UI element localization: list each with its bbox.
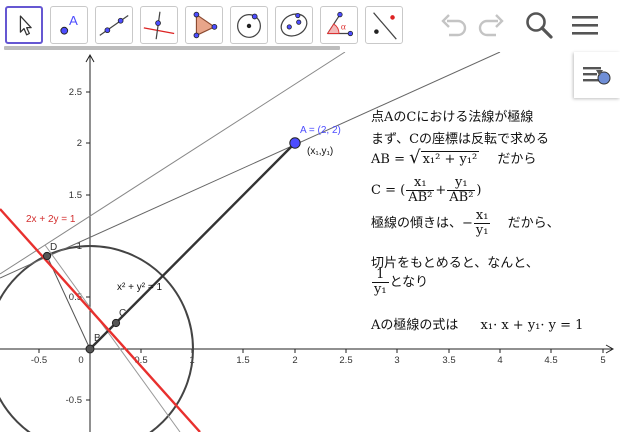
intercept-suffix: となり	[389, 275, 429, 290]
x-tick-label: 2.5	[339, 355, 352, 366]
y-tick-label: 2	[77, 138, 82, 149]
point-tool-icon: A	[60, 13, 78, 35]
note-intercept-value: 1 y₁ となり	[371, 268, 428, 297]
point-d[interactable]	[42, 251, 52, 261]
move-arrow-icon	[19, 15, 32, 36]
x-tick-label: 2	[292, 355, 297, 366]
style-bar-icon	[583, 67, 611, 85]
toolbar: A α	[0, 0, 620, 50]
point-tool-button[interactable]: A	[50, 6, 88, 44]
c-fraction-1-denominator: AB²	[408, 190, 433, 205]
line-tool-button[interactable]	[95, 6, 133, 44]
intercept-numerator: 1	[372, 268, 389, 283]
ab-radicand: x₁² + y₁²	[420, 151, 480, 167]
note-c-formula: C = (x₁ AB² + y₁ AB²)	[371, 176, 481, 205]
x-ticks	[38, 349, 604, 353]
point-a-coordinate-label: (x₁,y₁)	[307, 146, 333, 157]
c-fraction-2: y₁ AB²	[447, 176, 476, 205]
point-a[interactable]	[289, 137, 301, 149]
x-tick-label: 4.5	[544, 355, 557, 366]
reflect-tool-button[interactable]	[365, 6, 403, 44]
note-line-1: 点AのCにおける法線が極線	[371, 110, 534, 125]
angle-tool-icon: α	[326, 11, 354, 37]
move-tool-button[interactable]	[5, 6, 43, 44]
polar-prefix: Aの極線の式は	[371, 318, 459, 333]
angle-tool-button[interactable]: α	[320, 6, 358, 44]
ab-suffix: だから	[497, 152, 537, 167]
slope-prefix: 極線の傾きは、−	[371, 216, 473, 231]
undo-button[interactable]	[437, 8, 471, 42]
menu-icon	[572, 16, 598, 35]
x-tick-label: 3	[394, 355, 399, 366]
x-tick-label: 0	[78, 355, 83, 366]
slope-suffix: だから、	[507, 216, 560, 231]
c-plus: +	[435, 183, 447, 198]
intercept-fraction: 1 y₁	[372, 268, 389, 297]
ab-prefix: AB =	[371, 152, 405, 167]
slope-denominator: y₁	[475, 223, 489, 238]
line-tool-icon	[99, 15, 129, 36]
c-suffix: )	[476, 183, 482, 198]
c-fraction-2-denominator: AB²	[449, 190, 474, 205]
angle-tool-label: α	[341, 23, 346, 33]
polar-equation: x₁· x + y₁· y = 1	[480, 318, 584, 333]
x-tick-label: 4	[497, 355, 502, 366]
toolbar-scrollbar[interactable]	[4, 46, 340, 50]
ellipse-tool-icon	[280, 12, 308, 37]
c-fraction-1-numerator: x₁	[406, 176, 435, 191]
style-bar-toggle-button[interactable]	[574, 52, 620, 98]
point-b-label: B	[94, 333, 101, 344]
redo-button[interactable]	[474, 8, 508, 42]
point-tool-label: A	[69, 13, 78, 28]
main-menu-button[interactable]	[568, 8, 602, 42]
note-polar-equation: Aの極線の式は x₁· x + y₁· y = 1	[371, 314, 583, 333]
undo-icon	[441, 14, 467, 37]
c-fraction-2-numerator: y₁	[447, 176, 476, 191]
polar-line-label: 2x + 2y = 1	[26, 214, 76, 225]
note-ab-formula: AB = √ x₁² + y₁² だから	[371, 147, 536, 168]
circle-tool-button[interactable]	[230, 6, 268, 44]
circle-center-point-icon	[237, 13, 261, 38]
x-tick-label: 5	[600, 355, 605, 366]
slope-numerator: x₁	[473, 209, 491, 224]
point-d-label: D	[50, 242, 57, 253]
point-b[interactable]	[85, 344, 95, 354]
x-tick-label: 3.5	[442, 355, 455, 366]
c-prefix: C = (	[371, 183, 406, 198]
intercept-denominator: y₁	[374, 282, 387, 297]
x-tick-label: -0.5	[31, 355, 47, 366]
c-fraction-1: x₁ AB²	[406, 176, 435, 205]
point-c[interactable]	[111, 318, 121, 328]
line-tangent-through-a[interactable]	[0, 52, 346, 275]
slope-fraction: x₁ y₁	[473, 209, 491, 238]
y-tick-label: 2.5	[69, 87, 82, 98]
y-tick-label: 1.5	[69, 190, 82, 201]
note-slope: 極線の傾きは、− x₁ y₁ だから、	[371, 209, 560, 238]
sqrt-icon: √	[409, 147, 421, 168]
search-icon	[526, 12, 553, 39]
circle-label: x² + y² = 1	[117, 282, 162, 293]
conic-tool-button[interactable]	[275, 6, 313, 44]
x-tick-label: 1.5	[236, 355, 249, 366]
polar-line[interactable]	[0, 208, 201, 432]
polygon-tool-button[interactable]	[185, 6, 223, 44]
polygon-tool-icon	[193, 11, 218, 39]
note-line-2: まず、Cの座標は反転で求める	[371, 132, 550, 147]
point-a-label: A = (2, 2)	[300, 125, 341, 136]
perpendicular-line-icon	[143, 11, 175, 40]
point-c-label: C	[119, 308, 126, 319]
y-tick-label: -0.5	[66, 395, 82, 406]
reflect-about-line-icon	[373, 12, 397, 40]
redo-icon	[478, 14, 504, 37]
perpendicular-line-tool-button[interactable]	[140, 6, 178, 44]
search-button[interactable]	[522, 8, 556, 42]
